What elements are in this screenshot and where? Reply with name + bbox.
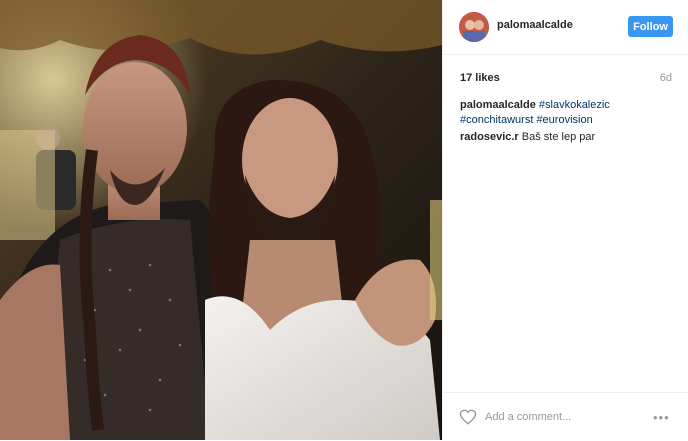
- add-comment-input[interactable]: Add a comment...: [485, 411, 571, 423]
- avatar[interactable]: [459, 12, 489, 42]
- follow-button[interactable]: Follow: [628, 16, 673, 37]
- comment-text: Baš ste lep par: [521, 131, 596, 143]
- post-sidebar: palomaalcalde Follow 17 likes 6d palomaa…: [442, 0, 688, 440]
- ellipsis-icon[interactable]: •••: [653, 410, 670, 425]
- photo-image: [0, 0, 442, 440]
- instagram-post: palomaalcalde Follow 17 likes 6d palomaa…: [0, 0, 688, 440]
- hashtag-link[interactable]: #conchitawurst: [460, 114, 533, 126]
- post-photo[interactable]: [0, 0, 442, 440]
- caption-username[interactable]: palomaalcalde: [460, 99, 536, 111]
- post-caption: palomaalcalde #slavkokalezic #conchitawu…: [460, 98, 675, 128]
- heart-outline-icon: [459, 409, 477, 425]
- post-footer: Add a comment... •••: [443, 392, 688, 441]
- post-timestamp[interactable]: 6d: [660, 72, 672, 84]
- comment-username[interactable]: radosevic.r: [460, 131, 519, 143]
- header-username[interactable]: palomaalcalde: [497, 19, 573, 31]
- post-header: palomaalcalde Follow: [443, 0, 688, 55]
- heart-outline-icon[interactable]: [459, 408, 477, 426]
- hashtag-link[interactable]: #slavkokalezic: [539, 99, 610, 111]
- hashtag-link[interactable]: #eurovision: [536, 114, 592, 126]
- avatar-image: [459, 12, 489, 42]
- comment-item: radosevic.r Baš ste lep par: [460, 130, 675, 145]
- likes-count[interactable]: 17 likes: [460, 72, 500, 84]
